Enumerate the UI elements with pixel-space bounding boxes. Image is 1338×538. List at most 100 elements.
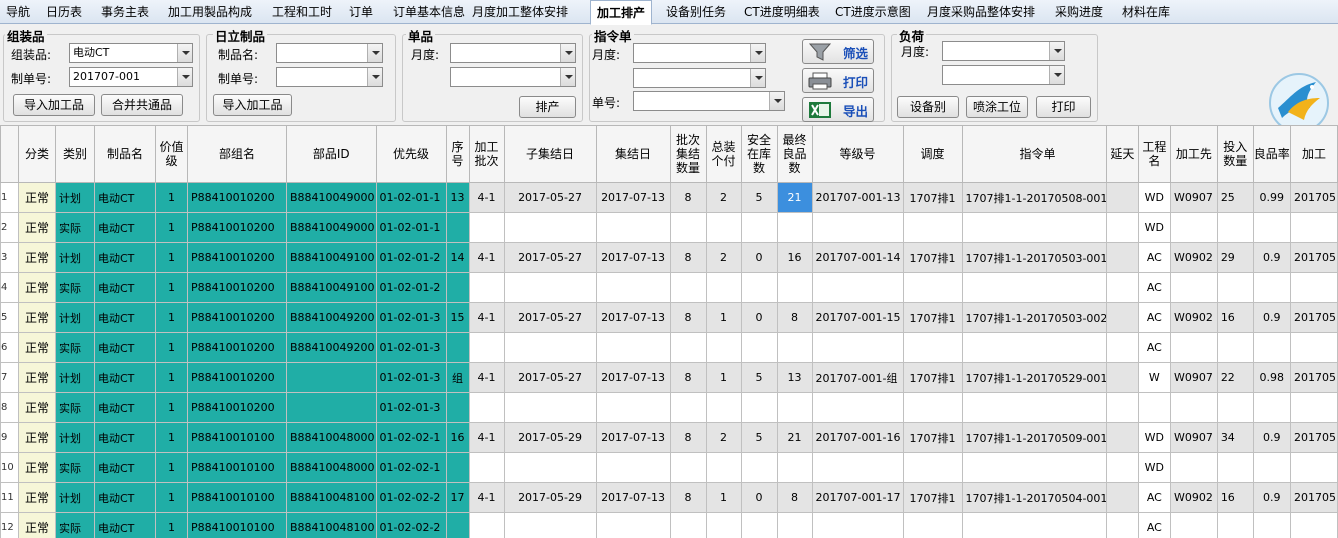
cell-qty[interactable]	[669, 452, 707, 483]
cell-sub_date[interactable]: 2017-05-29	[503, 482, 597, 513]
cell-sched[interactable]: 1707排1	[902, 182, 963, 213]
cell-input[interactable]: 25	[1216, 182, 1254, 213]
cell-date[interactable]: 2017-07-13	[595, 422, 671, 453]
cell-order[interactable]: 1707排1-1-20170509-001	[961, 422, 1114, 453]
cell-batch[interactable]	[468, 452, 505, 483]
cell-part_group[interactable]: P88410010200	[187, 182, 287, 213]
cell-part_group[interactable]: P88410010200	[187, 332, 287, 363]
cell-proc[interactable]: WD	[1137, 182, 1172, 213]
cell-order[interactable]: 1707排1-1-20170504-001	[961, 482, 1114, 513]
cell-rate[interactable]	[1252, 272, 1291, 303]
chevron-down-icon[interactable]	[1049, 42, 1064, 60]
cell-asm[interactable]	[705, 272, 742, 303]
cell-n[interactable]: 8	[0, 392, 19, 423]
cell-part_id[interactable]: B88410049200	[286, 332, 377, 363]
cell-asm[interactable]	[705, 452, 742, 483]
cell-part_group[interactable]: P88410010200	[187, 302, 287, 333]
cell-vendor[interactable]: W0907	[1170, 182, 1218, 213]
cell-date[interactable]	[595, 212, 671, 243]
tab-5[interactable]: 订单	[343, 0, 379, 24]
cell-proc_date[interactable]: 201705	[1289, 302, 1338, 333]
cell-lvl[interactable]: 1	[155, 302, 188, 333]
assembly-order-select[interactable]: 201707-001	[69, 67, 193, 87]
cell-grade[interactable]	[811, 272, 904, 303]
cell-date[interactable]	[595, 332, 671, 363]
cell-rate[interactable]	[1252, 332, 1291, 363]
cell-sched[interactable]: 1707排1	[902, 302, 963, 333]
tab-6[interactable]: 订单基本信息	[387, 0, 471, 24]
cell-prio[interactable]: 01-02-01-3	[375, 302, 447, 333]
cell-prio[interactable]: 01-02-01-3	[375, 332, 447, 363]
cell-vendor[interactable]	[1170, 212, 1218, 243]
cell-part_group[interactable]: P88410010200	[187, 212, 287, 243]
schedule-button[interactable]: 排产	[519, 96, 576, 118]
cell-batch[interactable]: 4-1	[468, 242, 505, 273]
cell-name[interactable]: 电动CT	[94, 212, 156, 243]
hitachi-import-button[interactable]: 导入加工品	[213, 94, 292, 116]
col-header[interactable]	[0, 125, 19, 183]
cell-proc[interactable]: WD	[1137, 212, 1172, 243]
cell-seq[interactable]	[445, 392, 470, 423]
col-header[interactable]: 最终良品数	[776, 125, 813, 183]
cell-order[interactable]: 1707排1-1-20170529-001	[961, 362, 1114, 393]
cell-input[interactable]	[1216, 272, 1254, 303]
cell-n[interactable]: 7	[0, 362, 19, 393]
cell-name[interactable]: 电动CT	[94, 272, 156, 303]
cell-vendor[interactable]	[1170, 512, 1218, 538]
cell-prio[interactable]: 01-02-02-2	[375, 512, 447, 538]
tab-10[interactable]: CT进度明细表	[738, 0, 826, 24]
cell-date[interactable]: 2017-07-13	[595, 242, 671, 273]
cell-delay[interactable]	[1106, 512, 1139, 538]
cell-lvl[interactable]: 1	[155, 422, 188, 453]
cell-sched[interactable]: 1707排1	[902, 242, 963, 273]
cell-prio[interactable]: 01-02-02-2	[375, 482, 447, 513]
cell-sched[interactable]	[902, 212, 963, 243]
cell-date[interactable]: 2017-07-13	[595, 482, 671, 513]
cell-part_id[interactable]: B88410048100	[286, 512, 377, 538]
cell-grade[interactable]	[811, 392, 904, 423]
table-row[interactable]: WD W0907 34 0.9 201705	[1106, 422, 1338, 453]
cell-seq[interactable]	[445, 452, 470, 483]
table-row[interactable]	[1106, 392, 1338, 423]
cell-delay[interactable]	[1106, 452, 1139, 483]
chevron-down-icon[interactable]	[560, 44, 575, 62]
cell-name[interactable]: 电动CT	[94, 242, 156, 273]
cell-grade[interactable]: 201707-001-14	[811, 242, 904, 273]
cell-proc[interactable]: AC	[1137, 272, 1172, 303]
cell-prio[interactable]: 01-02-01-2	[375, 272, 447, 303]
cell-rate[interactable]	[1252, 452, 1291, 483]
cell-proc[interactable]	[1137, 392, 1172, 423]
cell-qty[interactable]	[669, 392, 707, 423]
table-row[interactable]: 4 正常 实际 电动CT 1 P88410010200 B88410049100 01-02-…	[0, 272, 1114, 303]
cell-good[interactable]: 21	[776, 182, 813, 213]
cell-proc[interactable]: AC	[1137, 302, 1172, 333]
cell-date[interactable]: 2017-07-13	[595, 302, 671, 333]
cell-proc_date[interactable]	[1289, 212, 1338, 243]
table-row[interactable]: AC	[1106, 272, 1338, 303]
cell-part_id[interactable]	[286, 362, 377, 393]
cell-proc[interactable]: AC	[1137, 482, 1172, 513]
cell-good[interactable]	[776, 512, 813, 538]
cell-n[interactable]: 6	[0, 332, 19, 363]
command-month-select-2[interactable]	[633, 68, 766, 88]
chevron-down-icon[interactable]	[769, 92, 784, 110]
cell-lvl[interactable]: 1	[155, 512, 188, 538]
cell-prio[interactable]: 01-02-01-2	[375, 242, 447, 273]
cell-order[interactable]	[961, 392, 1114, 423]
cell-order[interactable]: 1707排1-1-20170503-002	[961, 302, 1114, 333]
cell-grade[interactable]	[811, 452, 904, 483]
cell-batch[interactable]: 4-1	[468, 362, 505, 393]
cell-batch[interactable]	[468, 212, 505, 243]
command-no-select[interactable]	[633, 91, 785, 111]
cell-grade[interactable]: 201707-001-13	[811, 182, 904, 213]
cell-delay[interactable]	[1106, 362, 1139, 393]
cell-cat[interactable]: 正常	[18, 422, 56, 453]
cell-order[interactable]	[961, 332, 1114, 363]
cell-cat[interactable]: 正常	[18, 482, 56, 513]
cell-delay[interactable]	[1106, 212, 1139, 243]
table-row[interactable]: AC W0902 29 0.9 201705	[1106, 242, 1338, 273]
cell-qty[interactable]: 8	[669, 422, 707, 453]
cell-order[interactable]	[961, 212, 1114, 243]
cell-proc_date[interactable]	[1289, 452, 1338, 483]
cell-good[interactable]	[776, 392, 813, 423]
